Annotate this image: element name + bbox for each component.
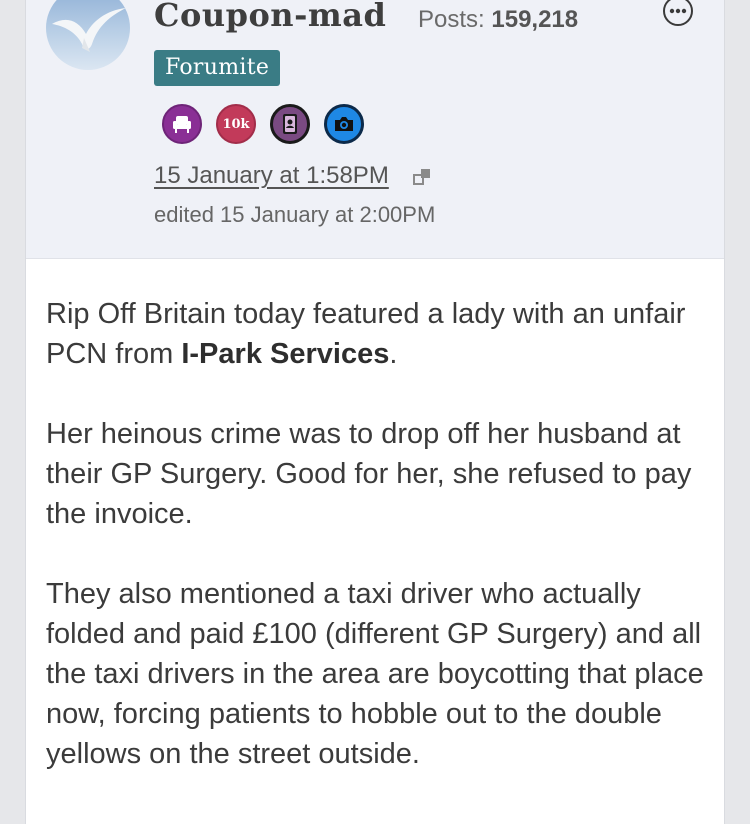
post-count: Posts: 159,218 [418,6,578,34]
seagull-image [52,8,126,52]
rank-badge: Forumite [154,50,281,86]
post-card: Coupon-mad Posts: 159,218 Forumite 10k 1… [25,0,725,824]
armchair-icon[interactable] [162,104,202,144]
post-header: Coupon-mad Posts: 159,218 Forumite 10k 1… [26,0,724,259]
paragraph-1-end: . [389,338,398,370]
address-book-icon[interactable] [270,104,310,144]
more-options-button[interactable] [663,0,693,26]
camera-icon[interactable] [324,104,364,144]
permalink-icon[interactable] [412,167,434,187]
company-name: I-Park Services [181,338,390,370]
edited-timestamp: edited 15 January at 2:00PM [154,202,436,227]
posts-label: Posts: [418,6,485,33]
ellipsis-icon [669,8,687,14]
posts-count: 159,218 [491,6,579,33]
10k-badge-label: 10k [222,116,250,132]
paragraph-3: They also mentioned a taxi driver who ac… [46,578,704,770]
post-body: Rip Off Britain today featured a lady wi… [46,294,716,814]
username[interactable]: Coupon-mad [154,0,386,34]
avatar[interactable] [46,0,130,70]
user-badges: 10k [162,104,364,144]
post-date-link[interactable]: 15 January at 1:58PM [154,162,389,190]
10k-badge[interactable]: 10k [216,104,256,144]
paragraph-2: Her heinous crime was to drop off her hu… [46,418,692,530]
paragraph-1: Rip Off Britain today featured a lady wi… [46,294,716,374]
